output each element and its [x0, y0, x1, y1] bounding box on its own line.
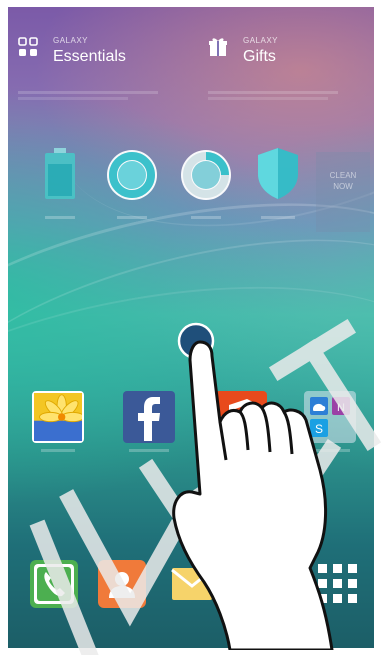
- clean-now-button[interactable]: CLEAN NOW: [316, 152, 370, 232]
- contacts-icon: [102, 564, 142, 604]
- security-label-blurred: [248, 216, 308, 219]
- galaxy-apps-icon: [18, 37, 38, 56]
- smart-manager-widget[interactable]: CLEAN NOW: [16, 132, 370, 242]
- widget-kicker: GALAXY: [53, 36, 89, 45]
- clean-now-line1: CLEAN: [329, 171, 357, 180]
- storage-ring-icon: [107, 150, 157, 200]
- ram-status[interactable]: [176, 142, 236, 237]
- gift-icon: [209, 38, 227, 56]
- clean-now-line2: NOW: [333, 182, 353, 191]
- shield-icon: [258, 148, 298, 199]
- widget-title: Essentials: [53, 48, 126, 65]
- widget-kicker: GALAXY: [243, 36, 279, 45]
- app-label-blurred: [22, 447, 94, 454]
- tap-gesture-hand-icon: [172, 322, 334, 650]
- battery-status[interactable]: [30, 142, 90, 237]
- ram-ring-icon: [181, 150, 231, 200]
- galaxy-gifts-widget[interactable]: GALAXY Gifts: [198, 29, 368, 124]
- widget-description-blurred: [18, 89, 168, 101]
- storage-label-blurred: [102, 216, 162, 219]
- battery-label-blurred: [30, 216, 90, 219]
- dock-phone[interactable]: [30, 560, 78, 608]
- widget-title: Gifts: [243, 48, 276, 65]
- storage-status[interactable]: [102, 142, 162, 237]
- gallery-icon: [32, 391, 85, 443]
- dock-contacts[interactable]: [98, 560, 146, 608]
- device-security-status[interactable]: [248, 142, 308, 237]
- phone-icon: [34, 564, 74, 604]
- app-gallery[interactable]: [30, 391, 86, 471]
- ram-label-blurred: [176, 216, 236, 219]
- battery-icon: [45, 148, 75, 199]
- widget-description-blurred: [208, 89, 358, 101]
- galaxy-essentials-widget[interactable]: GALAXY Essentials: [8, 29, 178, 124]
